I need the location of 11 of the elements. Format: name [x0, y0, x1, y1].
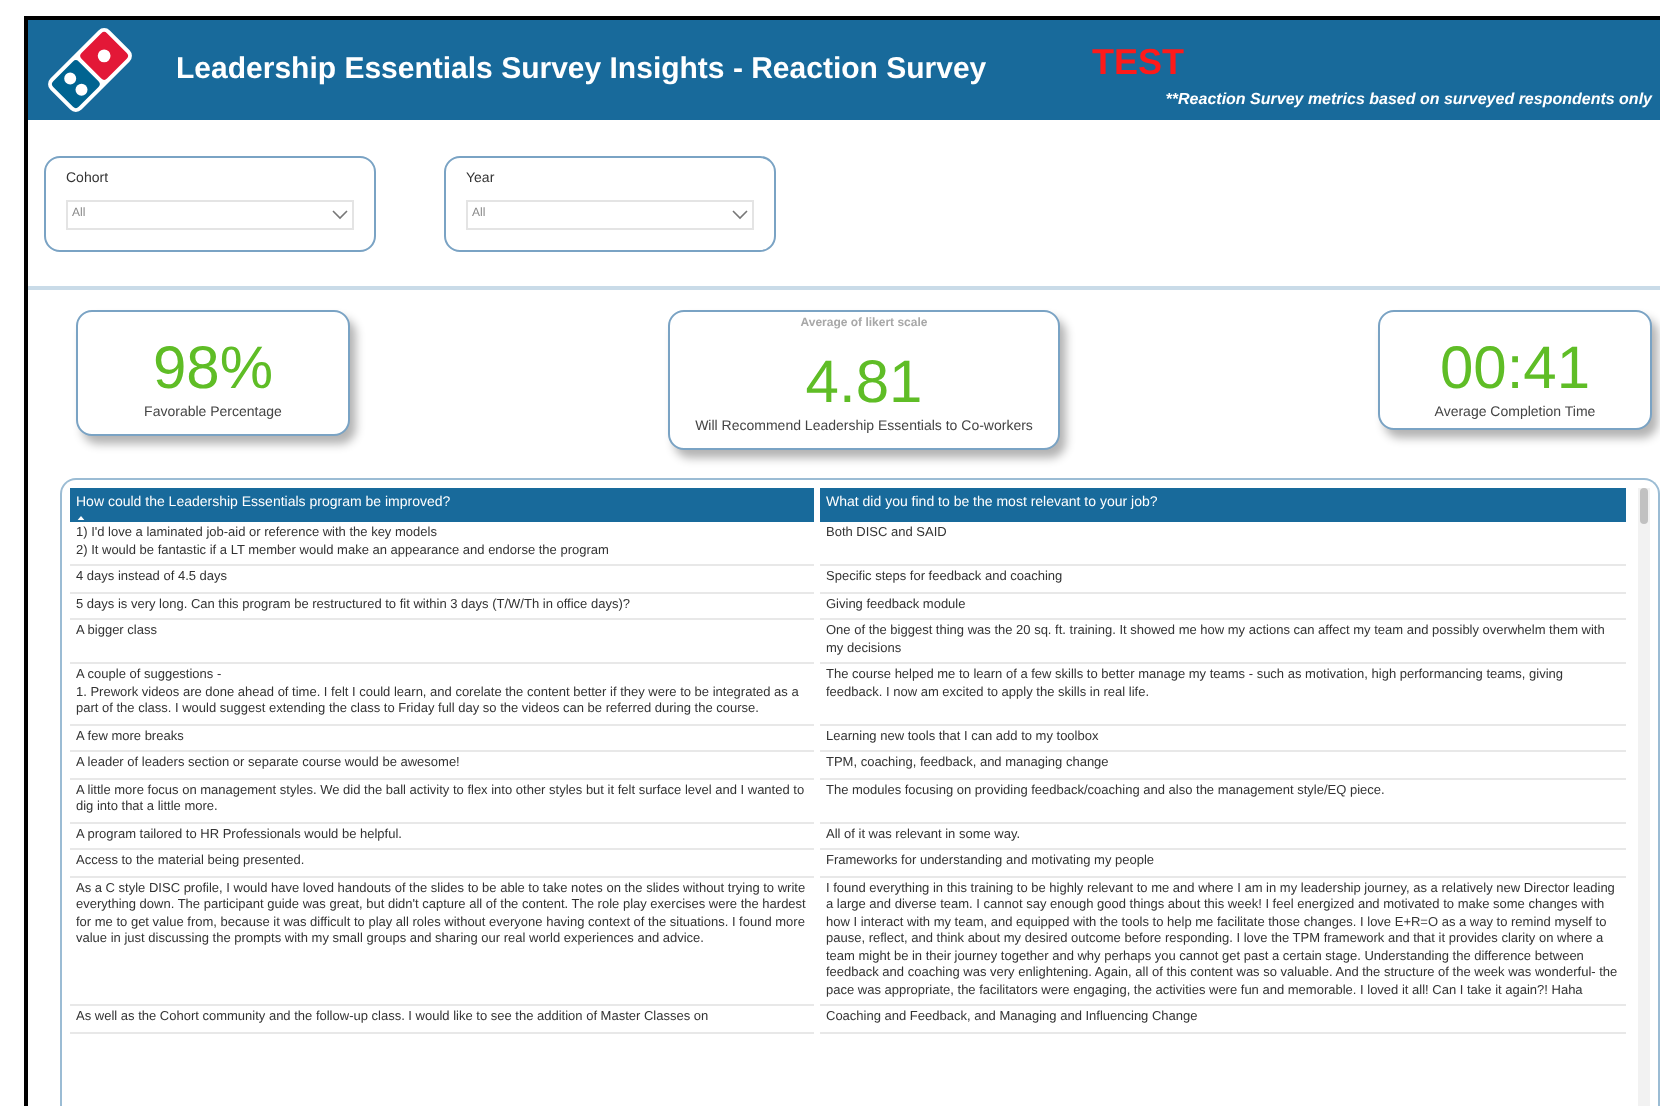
scrollbar[interactable] [1638, 488, 1650, 1106]
report-title: Leadership Essentials Survey Insights - Reaction Survey [176, 49, 987, 90]
scrollbar-thumb[interactable] [1640, 488, 1648, 524]
sort-arrow-icon [76, 515, 86, 520]
kpi-value: 98% [152, 336, 274, 404]
chevron-down-icon [732, 209, 748, 219]
metrics-note: **Reaction Survey metrics based on surveyed respondents only [1165, 88, 1652, 112]
chevron-down-icon [332, 209, 348, 219]
kpi-value: 4.81 [805, 350, 923, 418]
test-label: TEST [1092, 42, 1185, 82]
kpi-value: 00:41 [1439, 336, 1591, 404]
